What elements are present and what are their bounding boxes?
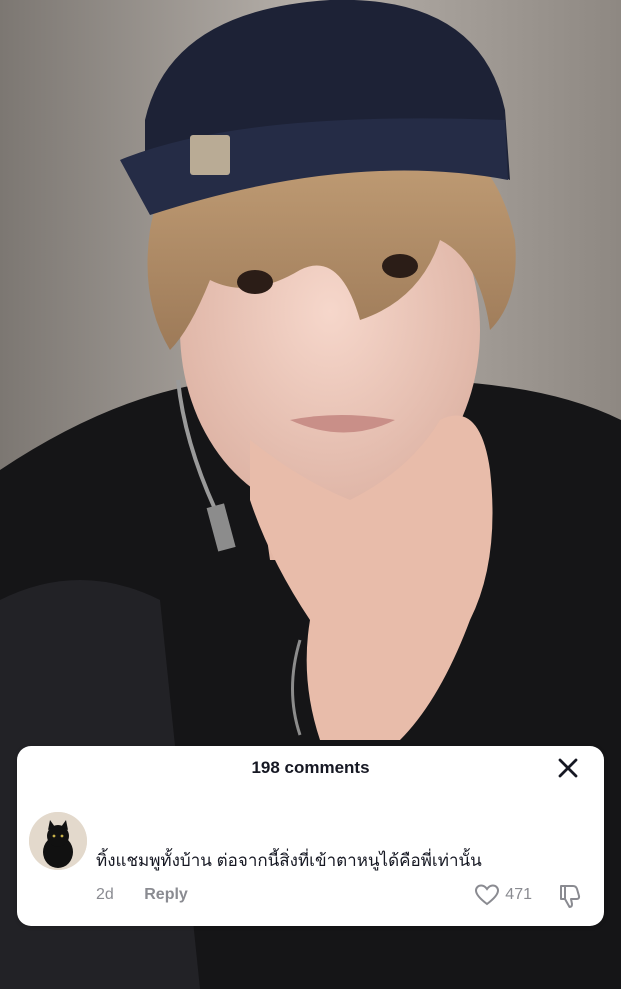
close-icon: [558, 758, 578, 778]
commenter-avatar[interactable]: [29, 812, 87, 870]
like-count: 471: [505, 886, 532, 903]
comment-time: 2d: [96, 886, 114, 903]
comments-panel: 198 comments ทิ้งแชมพูทั้งบ้าน ต่อจากนี้…: [17, 746, 604, 926]
reply-button[interactable]: Reply: [144, 886, 188, 903]
black-cat-avatar-icon: [29, 812, 87, 870]
dislike-button[interactable]: [556, 882, 584, 910]
comment-meta: 2d Reply: [96, 886, 188, 904]
heart-icon: [475, 884, 500, 906]
close-button[interactable]: [554, 754, 582, 782]
like-button[interactable]: 471: [474, 883, 532, 907]
comments-count-title: 198 comments: [251, 758, 370, 777]
dislike-icon: [560, 885, 581, 908]
comment-text: ทิ้งแชมพูทั้งบ้าน ต่อจากนี้สิ่งที่เข้าตา…: [96, 851, 482, 870]
